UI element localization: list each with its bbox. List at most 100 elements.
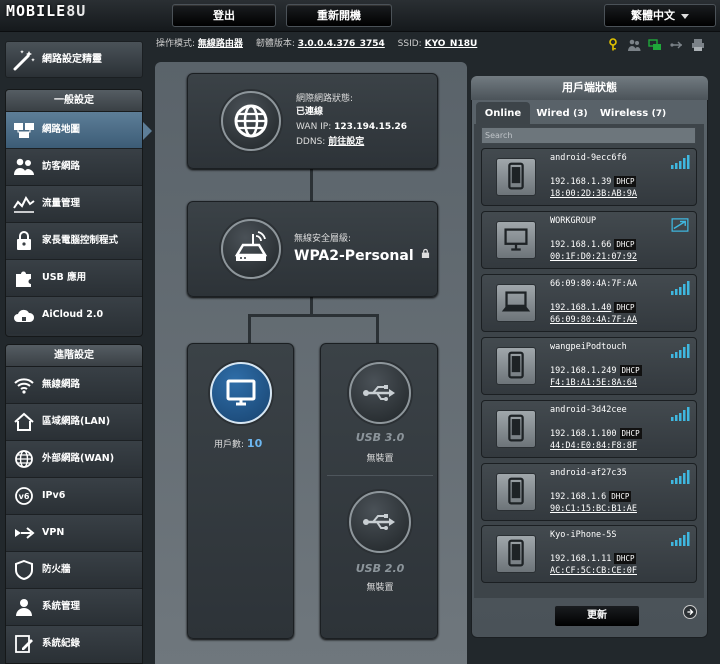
device-icon-box[interactable]	[496, 410, 536, 448]
sidebar-item-administration[interactable]: 系統管理	[6, 589, 142, 626]
client-ip-value: 192.168.1.249	[550, 366, 617, 376]
usb-card: USB 3.0 無裝置 USB 2.0 無裝置	[320, 343, 438, 639]
refresh-button[interactable]: 更新	[554, 605, 640, 627]
sidebar-item-parental-control[interactable]: 家長電腦控制程式	[6, 223, 142, 260]
users-icon[interactable]	[627, 38, 641, 52]
sidebar-item-lan[interactable]: 區域網路(LAN)	[6, 404, 142, 441]
connector-line	[310, 297, 313, 315]
client-mac[interactable]: 66:09:80:4A:7F:AA	[550, 315, 637, 325]
reboot-button[interactable]: 重新開機	[286, 4, 392, 27]
sidebar-item-traffic-manager[interactable]: 流量管理	[6, 186, 142, 223]
internet-circle[interactable]	[221, 91, 281, 151]
advanced-settings-header: 進階設定	[6, 345, 142, 367]
ssid-link[interactable]: KYO_N18U	[425, 39, 478, 49]
arrow-right-icon	[687, 608, 694, 616]
sidebar-item-vpn[interactable]: VPN	[6, 515, 142, 552]
internet-status-label: 網際網路狀態:	[296, 94, 354, 104]
tab-wired[interactable]: Wired (3)	[532, 102, 592, 125]
sidebar-item-wan[interactable]: 外部網路(WAN)	[6, 441, 142, 478]
client-row[interactable]: WORKGROUP 192.168.1.66 DHCP 00:1F:D0:21:07:…	[481, 211, 697, 269]
client-row[interactable]: 66:09:80:4A:7F:AA 192.168.1.40 DHCP 66:09:8…	[481, 274, 697, 332]
sidebar-item-firewall[interactable]: 防火牆	[6, 552, 142, 589]
client-mac[interactable]: 18:00:2D:3B:AB:9A	[550, 189, 637, 199]
device-icon-box[interactable]	[496, 284, 536, 322]
cloud-icon	[14, 309, 35, 322]
device-icon-box[interactable]	[496, 158, 536, 196]
sidebar-item-label: 系統紀錄	[42, 638, 81, 649]
language-label: 繁體中文	[631, 9, 675, 22]
sidebar-item-label: 網路地圖	[42, 124, 81, 135]
mode-link[interactable]: 無線路由器	[198, 36, 243, 49]
device-icon-box[interactable]	[496, 473, 536, 511]
usb-icon	[363, 514, 395, 530]
client-ip-value: 192.168.1.100	[550, 429, 617, 439]
sidebar-item-wireless[interactable]: 無線網路	[6, 367, 142, 404]
clients-card[interactable]: 用戶數: 10	[187, 343, 294, 639]
logout-button[interactable]: 登出	[172, 4, 276, 27]
ssid-label: SSID:	[397, 39, 422, 49]
device-icon-box[interactable]	[496, 221, 536, 259]
quick-setup-button[interactable]: 網路設定精靈	[5, 41, 143, 78]
language-select[interactable]: 繁體中文	[604, 4, 716, 27]
network-status-icon[interactable]	[648, 38, 662, 52]
client-row[interactable]: android-9ecc6f6 192.168.1.39 DHCP 18:00:2D:…	[481, 148, 697, 206]
client-mac[interactable]: 44:D4:E0:84:F8:8F	[550, 441, 637, 451]
usb3-circle[interactable]	[349, 362, 411, 424]
ddns-link[interactable]: 前往設定	[328, 137, 364, 147]
client-name: 66:09:80:4A:7F:AA	[550, 279, 637, 289]
client-mac[interactable]: AC:CF:5C:CB:CE:0F	[550, 566, 637, 576]
laptop-icon	[501, 291, 531, 312]
sidebar-item-label: 區域網路(LAN)	[42, 416, 111, 427]
usb-icon	[363, 385, 395, 401]
firmware-link[interactable]: 3.0.0.4.376_3754	[298, 39, 385, 49]
clients-count-label: 用戶數:	[214, 440, 245, 450]
device-icon-box[interactable]	[496, 347, 536, 385]
client-row[interactable]: wangpeiPodtouch 192.168.1.249 DHCP F4:1B:A1…	[481, 337, 697, 395]
sidebar-item-aicloud[interactable]: AiCloud 2.0	[6, 297, 142, 334]
dhcp-badge: DHCP	[614, 239, 637, 250]
logo-text: MOBILE	[6, 2, 67, 20]
sidebar-item-usb-application[interactable]: USB 應用	[6, 260, 142, 297]
tab-label: Wireless	[599, 108, 649, 119]
client-status-title: 用戶端狀態	[471, 76, 708, 100]
ddns-label: DDNS:	[296, 137, 326, 147]
shield-icon	[15, 560, 33, 580]
phone-icon	[508, 162, 524, 190]
client-ip-value: 192.168.1.39	[550, 177, 612, 187]
sidebar-item-network-map[interactable]: 網路地圖	[6, 112, 142, 149]
device-icon-box[interactable]	[496, 535, 536, 573]
client-name: android-9ecc6f6	[550, 153, 627, 163]
signal-strength-icon	[671, 155, 690, 169]
client-search-input[interactable]: Search	[481, 127, 696, 144]
usb2-circle[interactable]	[349, 491, 411, 553]
wan-ip-label: WAN IP:	[296, 122, 332, 132]
clients-circle[interactable]	[210, 362, 272, 424]
client-row[interactable]: android-af27c35 192.168.1.6 DHCP 90:C1:15:B…	[481, 463, 697, 521]
client-row[interactable]: android-3d42cee 192.168.1.100 DHCP 44:D4:E0…	[481, 400, 697, 458]
sidebar-item-system-log[interactable]: 系統紀錄	[6, 626, 142, 663]
tab-online[interactable]: Online	[476, 102, 530, 125]
dhcp-badge: DHCP	[619, 365, 642, 376]
client-ip-value: 192.168.1.11	[550, 554, 612, 564]
signal-strength-icon	[671, 470, 690, 484]
sidebar-item-guest-network[interactable]: 訪客網路	[6, 149, 142, 186]
globe-icon	[15, 450, 33, 468]
client-mac[interactable]: 00:1F:D0:21:07:92	[550, 252, 637, 262]
sidebar-item-ipv6[interactable]: v6 IPv6	[6, 478, 142, 515]
vpn-icon	[15, 527, 35, 539]
internet-status-card[interactable]: 網際網路狀態: 已連線 WAN IP: 123.194.15.26 DDNS: …	[187, 73, 438, 169]
usb-status-icon[interactable]	[669, 38, 684, 52]
router-card[interactable]: 無線安全層級: WPA2-Personal	[187, 201, 438, 297]
key-icon[interactable]	[606, 38, 620, 52]
client-mac[interactable]: F4:1B:A1:5E:8A:64	[550, 378, 637, 388]
sidebar-item-label: 防火牆	[42, 564, 71, 575]
client-mac[interactable]: 90:C1:15:BC:B1:AE	[550, 504, 637, 514]
router-circle[interactable]	[221, 219, 281, 279]
tab-wireless[interactable]: Wireless (7)	[596, 102, 670, 125]
client-row[interactable]: Kyo-iPhone-5S 192.168.1.11 DHCP AC:CF:5C:CB…	[481, 525, 697, 583]
printer-icon[interactable]	[691, 38, 705, 52]
lock-icon	[421, 248, 429, 258]
sidebar-item-label: 流量管理	[42, 198, 81, 209]
firmware-label: 韌體版本:	[255, 39, 295, 49]
next-page-icon[interactable]	[683, 605, 697, 619]
